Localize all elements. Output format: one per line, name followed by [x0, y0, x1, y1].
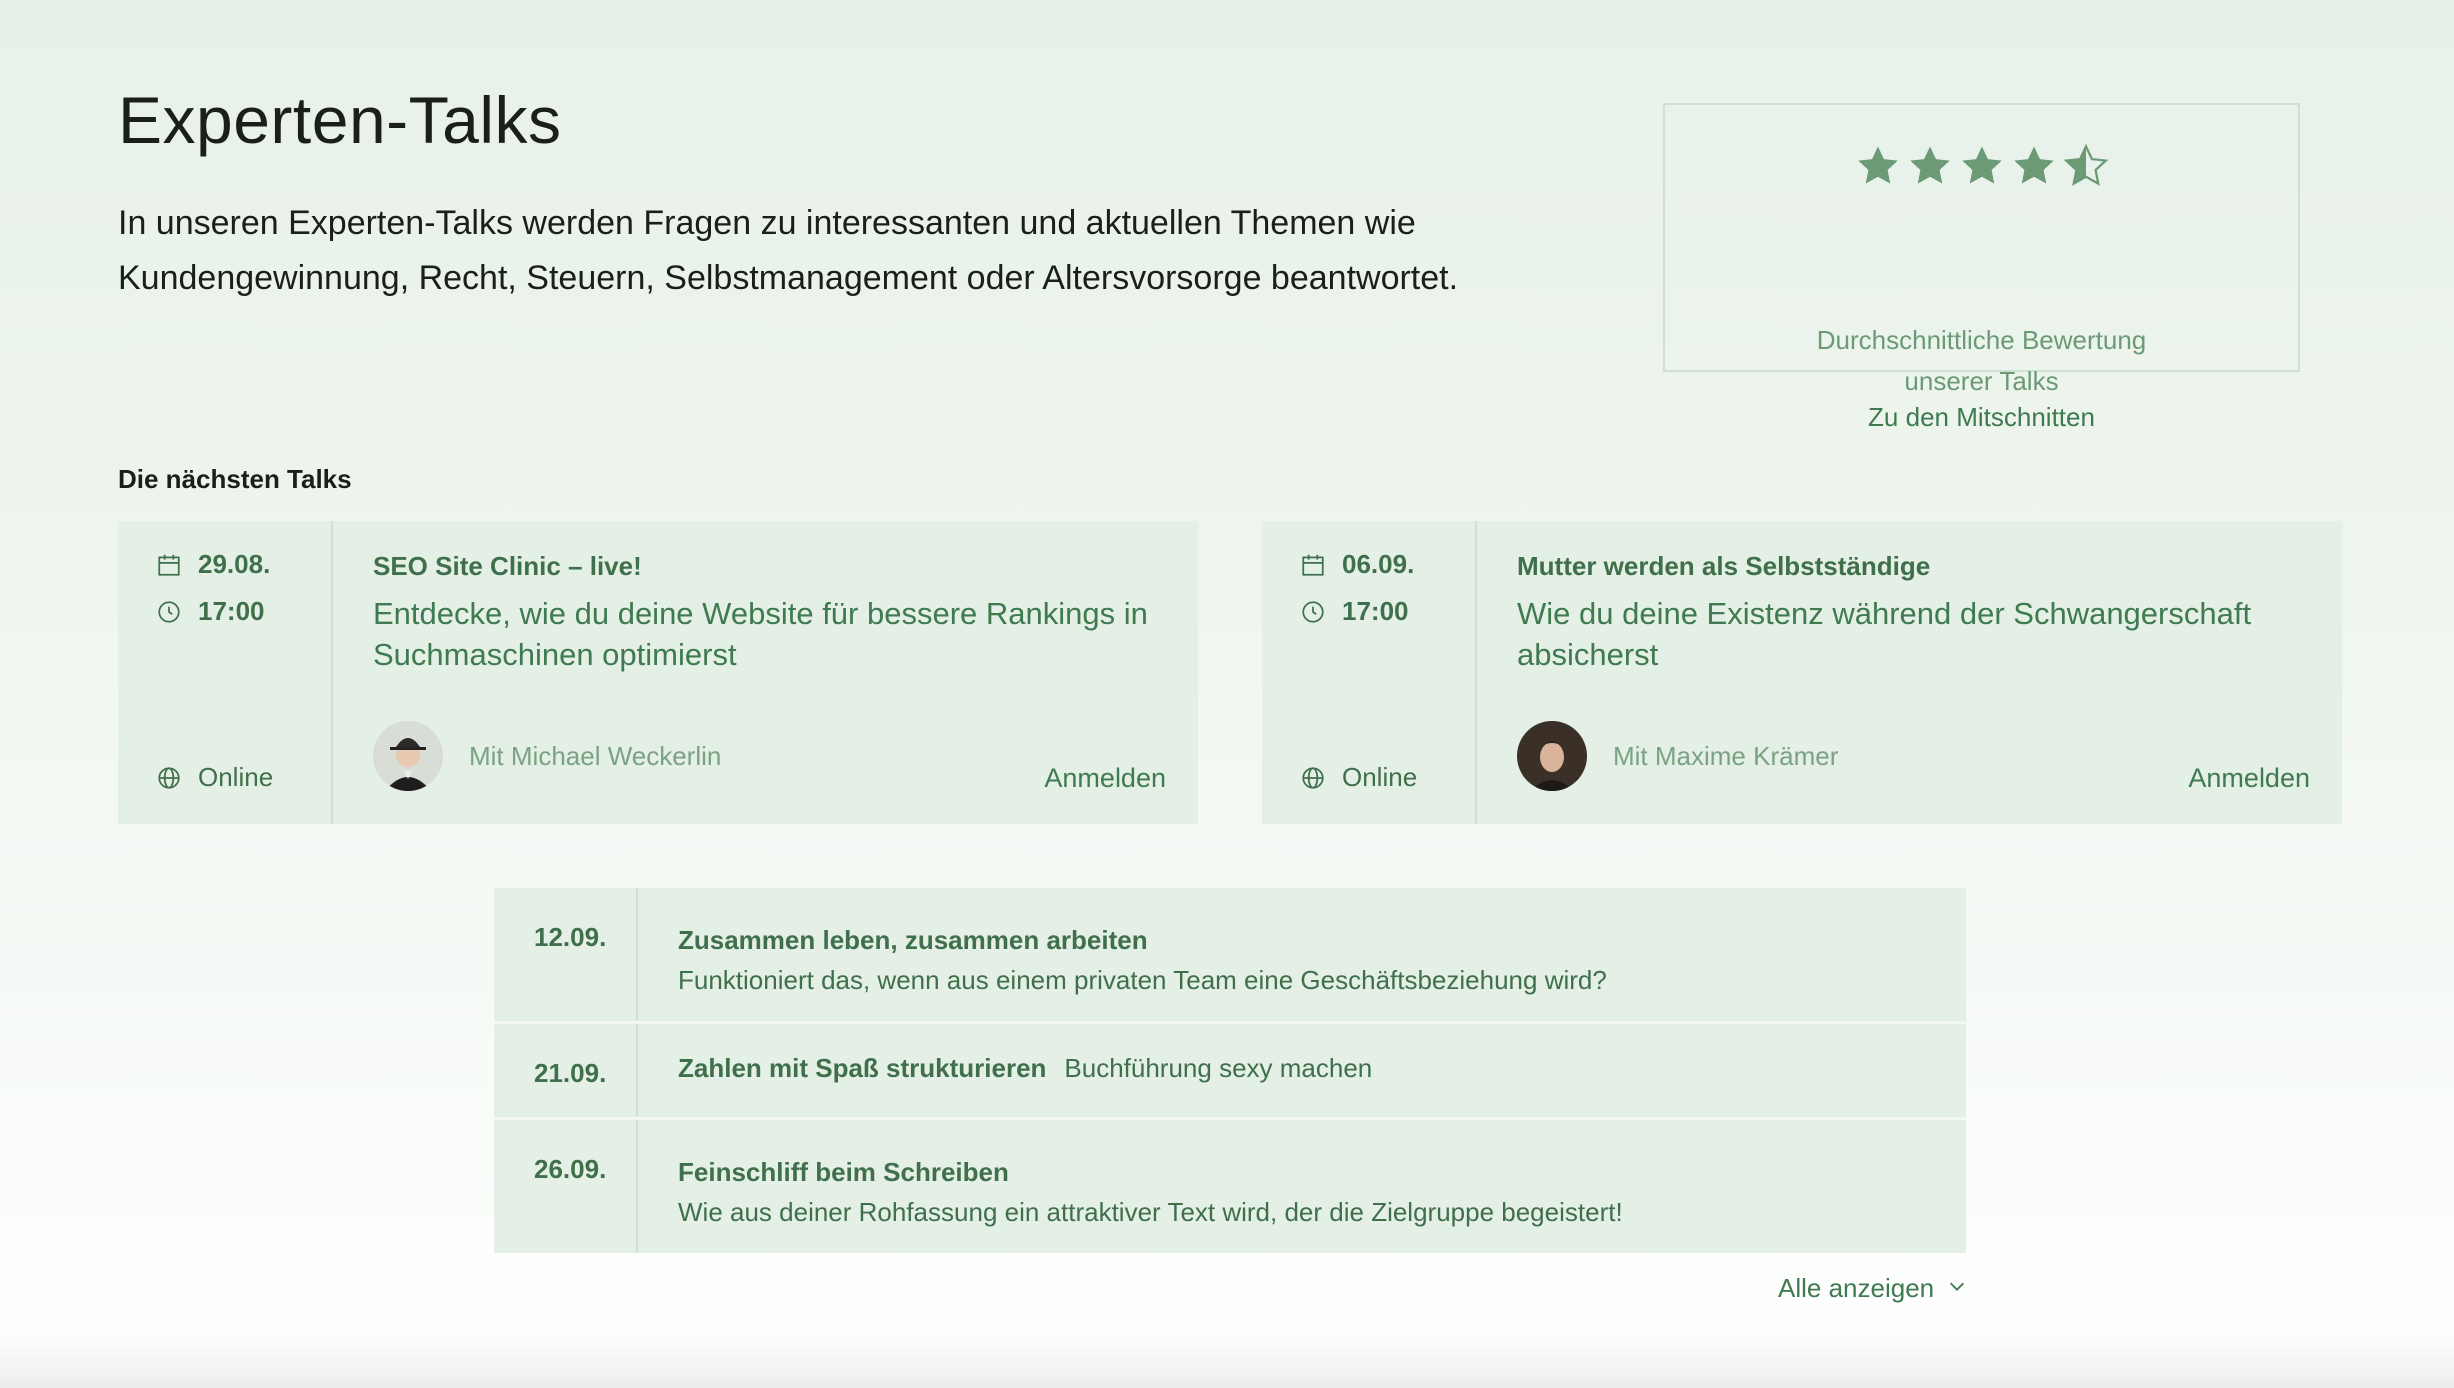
page-title: Experten-Talks [118, 83, 562, 157]
list-item-date-text: 26.09. [534, 1154, 607, 1184]
bottom-divider [0, 1332, 2454, 1388]
speaker-name: Mit Michael Weckerlin [469, 740, 722, 771]
talk-meta: 29.08. 17:00 Online [118, 521, 333, 824]
list-item-title: Feinschliff beim Schreiben [678, 1157, 1009, 1187]
talk-time: 17:00 [1300, 596, 1409, 627]
talk-time-text: 17:00 [198, 596, 265, 626]
talk-card: 29.08. 17:00 Online SEO Site Clinic – li… [118, 521, 1198, 824]
talk-speaker: Mit Maxime Krämer [1517, 721, 1838, 791]
talk-title[interactable]: SEO Site Clinic – live! [373, 551, 642, 582]
avatar [1517, 721, 1587, 791]
half-star-icon [2063, 143, 2109, 189]
talk-place: Online [156, 762, 273, 793]
calendar-icon [1300, 552, 1326, 578]
list-item[interactable]: 21.09. Zahlen mit Spaß strukturieren Buch… [494, 1024, 1966, 1120]
list-item-text: Zusammen leben, zusammen arbeiten Funkti… [678, 888, 1966, 1000]
talk-place-text: Online [1342, 762, 1418, 792]
talk-list: 12.09. Zusammen leben, zusammen arbeiten… [494, 888, 1966, 1253]
talk-subtitle[interactable]: Entdecke, wie du deine Website für besse… [373, 593, 1153, 675]
globe-icon [156, 765, 182, 791]
show-all-button[interactable]: Alle anzeigen [1778, 1273, 1968, 1304]
talk-subtitle[interactable]: Wie du deine Existenz während der Schwan… [1517, 593, 2297, 675]
talk-date-text: 29.08. [198, 549, 271, 579]
talk-place-text: Online [198, 762, 274, 792]
list-item-date: 26.09. [494, 1120, 638, 1253]
list-item[interactable]: 26.09. Feinschliff beim Schreiben Wie au… [494, 1120, 1966, 1253]
talk-meta: 06.09. 17:00 Online [1262, 521, 1477, 824]
rating-label: unserer Talks [1904, 366, 2059, 396]
speaker-name: Mit Maxime Krämer [1613, 740, 1839, 771]
avatar [373, 721, 443, 791]
talk-date: 29.08. [156, 549, 270, 580]
star-icon [1855, 143, 1901, 189]
chevron-down-icon [1946, 1273, 1968, 1304]
list-item-description: Funktioniert das, wenn aus einem private… [678, 965, 1607, 995]
rating-box: Durchschnittliche Bewertung unserer Talk… [1663, 103, 2300, 432]
list-item-description: Buchführung sexy machen [1064, 1053, 1373, 1083]
talk-time-text: 17:00 [1342, 596, 1409, 626]
rating-label: Durchschnittliche Bewertung [1816, 325, 2147, 355]
list-item-date: 12.09. [494, 888, 638, 1021]
talk-date: 06.09. [1300, 549, 1414, 580]
recordings-link[interactable]: Zu den Mitschnitten [1665, 402, 2298, 433]
star-icon [2011, 143, 2057, 189]
clock-icon [156, 599, 182, 625]
list-item-date-text: 21.09. [534, 1058, 607, 1088]
talk-date-text: 06.09. [1342, 549, 1415, 579]
list-item-text: Feinschliff beim Schreiben Wie aus deine… [678, 1120, 1966, 1232]
list-item-text: Zahlen mit Spaß strukturieren Buchführung… [678, 1024, 1966, 1088]
list-item[interactable]: 12.09. Zusammen leben, zusammen arbeiten… [494, 888, 1966, 1024]
upcoming-heading: Die nächsten Talks [118, 464, 352, 494]
list-item-description: Wie aus deiner Rohfassung ein attraktive… [678, 1197, 1623, 1227]
globe-icon [1300, 765, 1326, 791]
talk-card: 06.09. 17:00 Online Mutter werden als Se… [1262, 521, 2342, 824]
talk-speaker: Mit Michael Weckerlin [373, 721, 721, 791]
list-item-title: Zahlen mit Spaß strukturieren [678, 1053, 1047, 1083]
star-icon [1907, 143, 1953, 189]
talk-place: Online [1300, 762, 1417, 793]
list-item-date-text: 12.09. [534, 922, 607, 952]
register-link[interactable]: Anmelden [2188, 763, 2310, 794]
star-icon [1959, 143, 2005, 189]
clock-icon [1300, 599, 1326, 625]
rating-stars [1665, 143, 2298, 189]
talk-content: SEO Site Clinic – live! Entdecke, wie du… [373, 521, 1198, 824]
calendar-icon [156, 552, 182, 578]
register-link[interactable]: Anmelden [1044, 763, 1166, 794]
list-item-title: Zusammen leben, zusammen arbeiten [678, 925, 1148, 955]
talk-content: Mutter werden als Selbstständige Wie du … [1517, 521, 2342, 824]
experten-talks-page: Experten-Talks In unseren Experten-Talks… [0, 0, 2454, 1388]
talk-time: 17:00 [156, 596, 265, 627]
show-all-label: Alle anzeigen [1778, 1273, 1935, 1303]
talk-title[interactable]: Mutter werden als Selbstständige [1517, 551, 1930, 582]
intro-text: In unseren Experten-Talks werden Fragen … [118, 204, 1459, 297]
list-item-date: 21.09. [494, 1024, 638, 1117]
